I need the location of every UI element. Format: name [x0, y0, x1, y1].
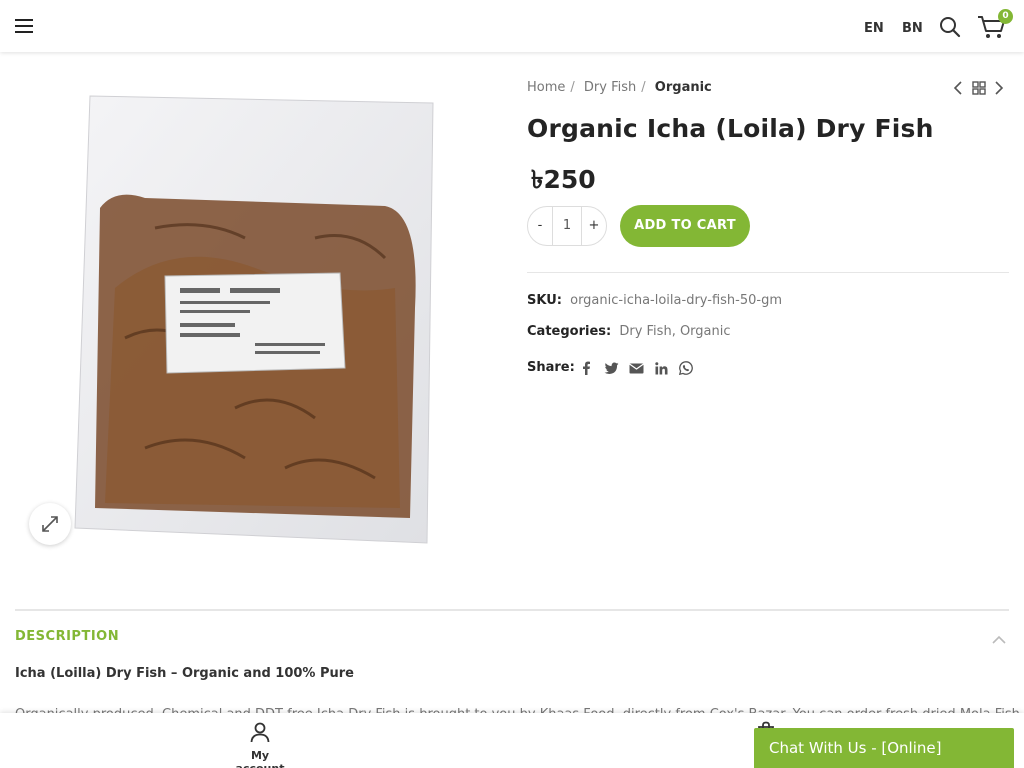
- breadcrumb: Home / Dry Fish / Organic: [527, 80, 712, 95]
- quantity-stepper: - 1 +: [527, 206, 607, 246]
- facebook-icon[interactable]: [578, 360, 594, 376]
- product-title: Organic Icha (Loila) Dry Fish: [527, 114, 934, 143]
- zoom-icon[interactable]: [29, 503, 71, 545]
- linkedin-icon[interactable]: [653, 360, 669, 376]
- prev-product-icon[interactable]: [952, 80, 964, 96]
- product-price: ৳250: [531, 165, 596, 194]
- quantity-plus-button[interactable]: +: [582, 207, 606, 245]
- description-heading: Icha (Loilla) Dry Fish – Organic and 100…: [15, 666, 354, 681]
- product-sku: SKU: organic-icha-loila-dry-fish-50-gm: [527, 293, 782, 308]
- quantity-input[interactable]: 1: [552, 207, 582, 245]
- quantity-minus-button[interactable]: -: [528, 207, 552, 245]
- site-header: EN BN 0: [0, 0, 1024, 52]
- chevron-up-icon[interactable]: [991, 631, 1007, 644]
- language-en-link[interactable]: EN: [864, 21, 884, 36]
- share-label: Share:: [527, 360, 575, 375]
- sku-value: organic-icha-loila-dry-fish-50-gm: [570, 293, 782, 308]
- email-icon[interactable]: [628, 360, 644, 376]
- whatsapp-icon[interactable]: [678, 360, 694, 376]
- sku-label: SKU:: [527, 293, 562, 308]
- categories-label: Categories:: [527, 324, 612, 339]
- category-link-dry-fish[interactable]: Dry Fish: [619, 324, 671, 339]
- tab-divider: [15, 609, 1009, 611]
- next-product-icon[interactable]: [993, 80, 1005, 96]
- my-account-button[interactable]: My account: [230, 721, 290, 768]
- menu-icon[interactable]: [15, 19, 33, 33]
- language-bn-link[interactable]: BN: [902, 21, 923, 36]
- breadcrumb-home-link[interactable]: Home: [527, 80, 565, 95]
- tab-description[interactable]: DESCRIPTION: [15, 629, 119, 644]
- cart-count-badge: 0: [998, 9, 1013, 24]
- breadcrumb-category-link[interactable]: Dry Fish: [584, 80, 636, 95]
- breadcrumb-current: Organic: [654, 80, 712, 95]
- category-link-organic[interactable]: Organic: [680, 324, 731, 339]
- search-icon[interactable]: [939, 16, 961, 38]
- divider: [527, 272, 1009, 273]
- add-to-cart-button[interactable]: ADD TO CART: [620, 205, 750, 247]
- chat-widget-button[interactable]: Chat With Us - [Online]: [754, 728, 1014, 768]
- user-icon: [250, 722, 270, 743]
- product-image[interactable]: [55, 88, 455, 550]
- share-icons: [578, 360, 694, 376]
- grid-icon[interactable]: [972, 80, 986, 96]
- my-account-label: My account: [236, 749, 285, 768]
- product-categories: Categories: Dry Fish, Organic: [527, 324, 731, 339]
- twitter-icon[interactable]: [603, 360, 619, 376]
